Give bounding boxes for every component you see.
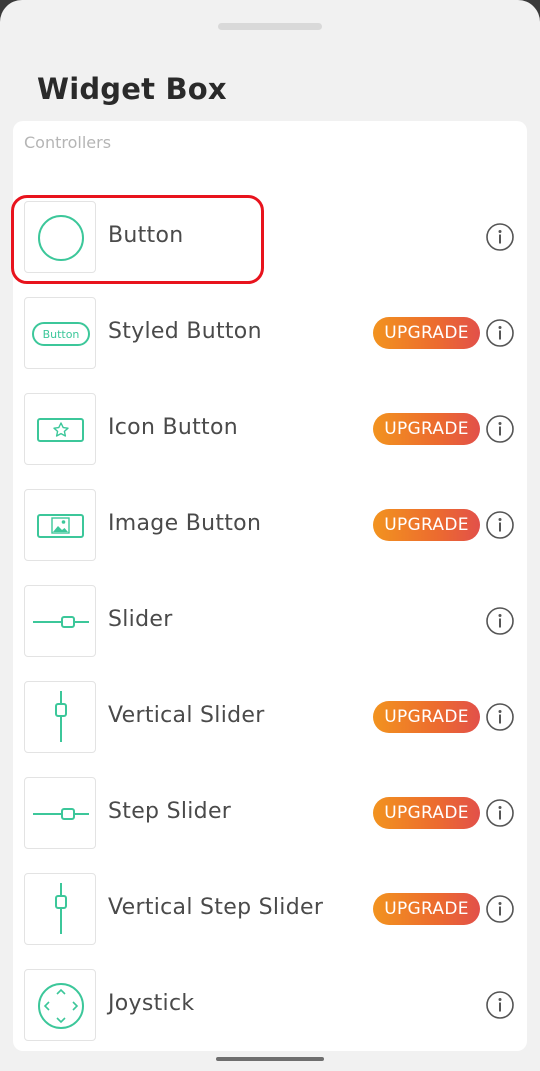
upgrade-button[interactable]: UPGRADE xyxy=(373,317,480,349)
widget-label: Vertical Slider xyxy=(108,703,265,728)
joystick-icon xyxy=(38,983,84,1029)
widget-thumbnail xyxy=(24,681,96,753)
info-icon[interactable] xyxy=(486,703,514,731)
info-icon[interactable] xyxy=(486,319,514,347)
info-icon[interactable] xyxy=(486,223,514,251)
circle-button-icon xyxy=(38,215,84,261)
upgrade-button[interactable]: UPGRADE xyxy=(373,797,480,829)
styled-button-icon: Button xyxy=(32,322,90,346)
widget-thumbnail xyxy=(24,777,96,849)
upgrade-button[interactable]: UPGRADE xyxy=(373,509,480,541)
info-icon[interactable] xyxy=(486,415,514,443)
widget-item-vertical-step-slider[interactable]: Vertical Step Slider UPGRADE xyxy=(24,873,520,945)
widget-thumbnail xyxy=(24,393,96,465)
step-slider-icon xyxy=(33,808,89,820)
section-label: Controllers xyxy=(24,133,112,152)
widget-box-sheet: Widget Box Controllers Button Button Sty… xyxy=(0,0,540,1071)
image-button-icon xyxy=(37,514,84,538)
slider-icon xyxy=(33,616,89,628)
widget-label: Button xyxy=(108,223,184,248)
info-icon[interactable] xyxy=(486,511,514,539)
widget-label: Icon Button xyxy=(108,415,238,440)
vertical-step-slider-icon xyxy=(55,883,67,934)
upgrade-button[interactable]: UPGRADE xyxy=(373,701,480,733)
styled-button-thumb-text: Button xyxy=(43,328,80,341)
vertical-slider-icon xyxy=(55,691,67,742)
widget-item-button[interactable]: Button xyxy=(24,201,520,273)
widget-label: Vertical Step Slider xyxy=(108,895,324,920)
drag-handle[interactable] xyxy=(218,23,322,30)
widget-item-image-button[interactable]: Image Button UPGRADE xyxy=(24,489,520,561)
widget-item-step-slider[interactable]: Step Slider UPGRADE xyxy=(24,777,520,849)
widget-item-slider[interactable]: Slider xyxy=(24,585,520,657)
info-icon[interactable] xyxy=(486,991,514,1019)
widget-item-icon-button[interactable]: Icon Button UPGRADE xyxy=(24,393,520,465)
upgrade-button[interactable]: UPGRADE xyxy=(373,413,480,445)
widget-label: Joystick xyxy=(108,991,195,1016)
widget-item-styled-button[interactable]: Button Styled Button UPGRADE xyxy=(24,297,520,369)
icon-button-icon xyxy=(37,418,84,442)
info-icon[interactable] xyxy=(486,895,514,923)
info-icon[interactable] xyxy=(486,799,514,827)
widget-label: Step Slider xyxy=(108,799,232,824)
widget-thumbnail xyxy=(24,873,96,945)
widget-label: Slider xyxy=(108,607,173,632)
widget-item-vertical-slider[interactable]: Vertical Slider UPGRADE xyxy=(24,681,520,753)
widget-label: Image Button xyxy=(108,511,262,536)
info-icon[interactable] xyxy=(486,607,514,635)
widget-thumbnail xyxy=(24,489,96,561)
widget-label: Styled Button xyxy=(108,319,262,344)
system-nav-handle[interactable] xyxy=(216,1057,324,1061)
widget-item-joystick[interactable]: Joystick xyxy=(24,969,520,1041)
upgrade-button[interactable]: UPGRADE xyxy=(373,893,480,925)
widget-thumbnail: Button xyxy=(24,297,96,369)
widget-thumbnail xyxy=(24,201,96,273)
widget-thumbnail xyxy=(24,969,96,1041)
page-title: Widget Box xyxy=(37,72,227,106)
widget-thumbnail xyxy=(24,585,96,657)
